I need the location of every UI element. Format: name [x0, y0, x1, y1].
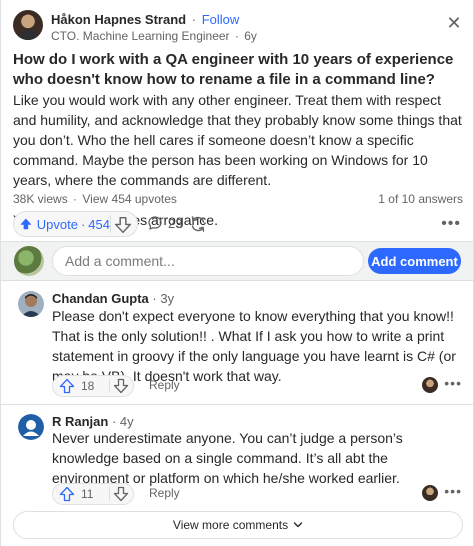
commenter-name[interactable]: R Ranjan	[52, 414, 108, 429]
answer-paragraph: Like you would work with any other engin…	[13, 92, 462, 188]
separator-dot: ·	[191, 12, 197, 27]
reply-button[interactable]: Reply	[149, 378, 180, 392]
more-options-icon[interactable]: •••	[441, 215, 461, 233]
author-line: Håkon Hapnes Strand · Follow	[51, 12, 239, 27]
view-count: 38K views	[13, 192, 68, 206]
vote-group: Upvote · 454	[13, 211, 138, 237]
comment-actions: 11 Reply •••	[52, 483, 462, 505]
view-upvotes-link[interactable]: View 454 upvotes	[82, 192, 177, 206]
commenter-avatar[interactable]	[18, 414, 44, 440]
follow-button[interactable]: Follow	[202, 12, 240, 27]
answer-actions: Upvote · 454 23 •••	[13, 211, 463, 237]
comment-vote-group: 18	[52, 375, 134, 397]
vote-divider	[110, 215, 111, 233]
author-name[interactable]: Håkon Hapnes Strand	[51, 12, 186, 27]
separator-dot: ·	[234, 29, 239, 43]
author-reacted-avatar	[422, 377, 438, 393]
comment-upvote-button[interactable]: 11	[59, 486, 93, 502]
comment-header: Chandan Gupta · 3y	[52, 291, 174, 306]
comments-button[interactable]: 23	[147, 215, 182, 231]
comment-downvote-button[interactable]	[113, 486, 129, 502]
current-user-avatar[interactable]	[14, 246, 44, 276]
comment-downvote-button[interactable]	[113, 378, 129, 394]
upvote-count: 454	[88, 216, 110, 232]
share-button[interactable]	[188, 214, 208, 234]
comment-item: R Ranjan · 4y Never underestimate anyone…	[1, 405, 473, 511]
upvote-arrow-icon	[20, 218, 32, 230]
comment-upvote-button[interactable]: 18	[59, 378, 94, 394]
close-icon[interactable]: ✕	[445, 14, 463, 32]
share-icon	[191, 216, 205, 232]
answer-stats: 38K views · View 454 upvotes 1 of 10 ans…	[13, 192, 463, 206]
comment-text: Never underestimate anyone. You can’t ju…	[52, 430, 403, 486]
answer-age[interactable]: 6y	[244, 29, 257, 43]
view-more-comments-button[interactable]: View more comments	[13, 511, 463, 539]
comment-vote-group: 11	[52, 483, 134, 505]
add-comment-button[interactable]: Add comment	[368, 248, 461, 274]
separator-dot: ·	[73, 192, 78, 206]
comment-upvote-count: 18	[81, 379, 95, 393]
commenter-name[interactable]: Chandan Gupta	[52, 291, 149, 306]
comment-bubble-icon	[148, 216, 162, 230]
reply-button[interactable]: Reply	[149, 486, 180, 500]
comment-header: R Ranjan · 4y	[52, 414, 134, 429]
separator-dot: ·	[80, 216, 86, 232]
vote-divider	[109, 487, 110, 501]
upvote-button[interactable]: Upvote · 454	[14, 212, 110, 236]
upvote-label: Upvote	[36, 216, 78, 232]
comment-count: 23	[168, 215, 183, 231]
downvote-arrow-icon	[113, 378, 129, 394]
chevron-down-icon	[293, 522, 303, 528]
comment-age[interactable]: 3y	[160, 291, 174, 306]
avatar-image	[18, 291, 44, 317]
vote-divider	[109, 379, 110, 393]
comment-item: Chandan Gupta · 3y Please don't expect e…	[1, 281, 473, 399]
answer-position: 1 of 10 answers	[378, 192, 463, 206]
comment-input[interactable]	[52, 246, 364, 276]
author-credential: CTO. Machine Learning Engineer · 6y	[51, 29, 257, 43]
comment-age[interactable]: 4y	[120, 414, 134, 429]
credential-text[interactable]: CTO. Machine Learning Engineer	[51, 29, 230, 43]
more-options-icon[interactable]: •••	[444, 375, 462, 391]
downvote-arrow-icon	[114, 216, 132, 234]
author-header: Håkon Hapnes Strand · Follow CTO. Machin…	[13, 10, 463, 44]
separator-dot: ·	[111, 414, 120, 429]
answer-card: Håkon Hapnes Strand · Follow CTO. Machin…	[0, 0, 474, 546]
downvote-button[interactable]	[114, 216, 132, 234]
upvote-arrow-icon	[59, 486, 75, 502]
downvote-arrow-icon	[113, 486, 129, 502]
avatar-image	[18, 414, 44, 440]
more-options-icon[interactable]: •••	[444, 483, 462, 499]
comment-text: Please don't expect everyone to know eve…	[52, 308, 456, 384]
comment-actions: 18 Reply •••	[52, 375, 462, 397]
upvote-arrow-icon	[59, 378, 75, 394]
question-title[interactable]: How do I work with a QA engineer with 10…	[13, 50, 465, 90]
author-reacted-avatar	[422, 485, 438, 501]
commenter-avatar[interactable]	[18, 291, 44, 317]
author-avatar[interactable]	[13, 10, 43, 40]
comment-upvote-count: 11	[81, 487, 94, 501]
add-comment-bar: Add comment	[1, 241, 473, 281]
view-more-label: View more comments	[172, 518, 289, 532]
